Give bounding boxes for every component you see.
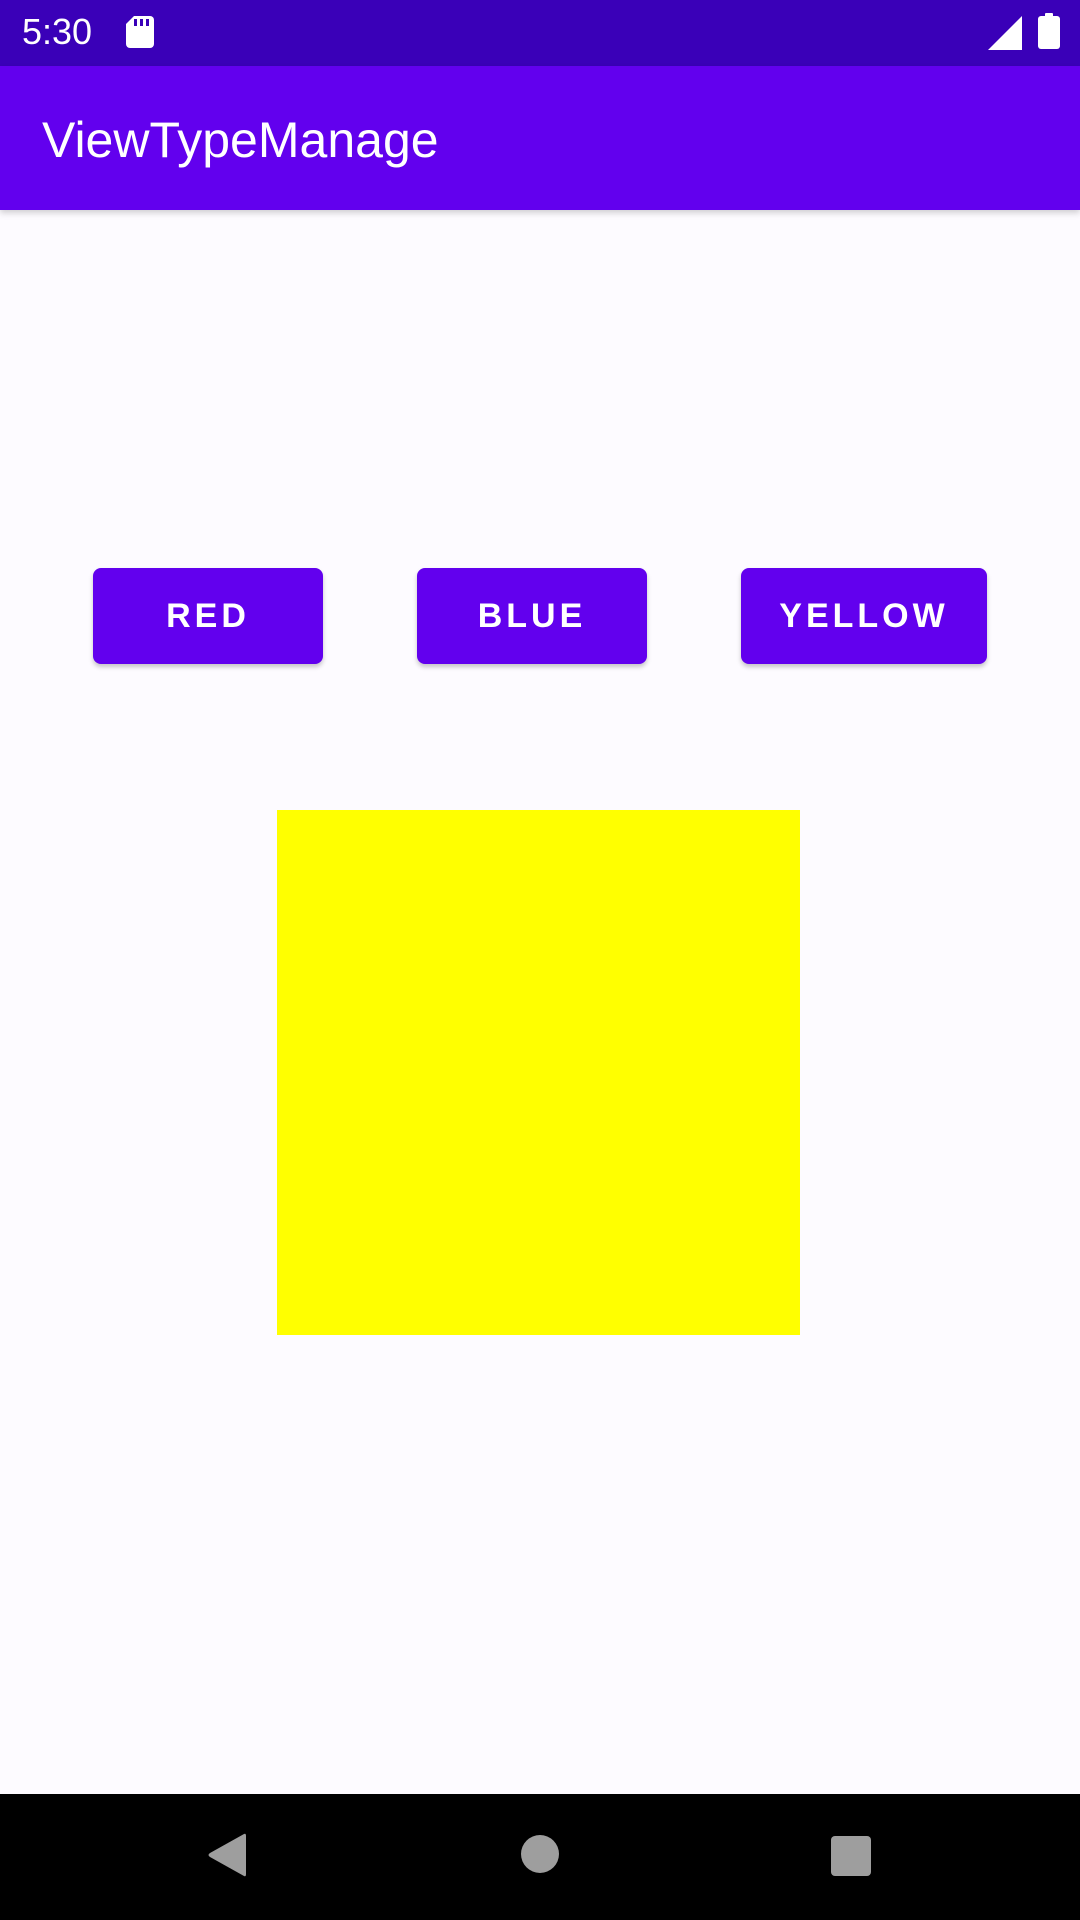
color-box: [277, 810, 800, 1335]
home-icon[interactable]: [520, 1834, 560, 1874]
screen: 5:30 ViewTypeManage RED BLUE YELLOW: [0, 0, 1080, 1920]
navigation-bar: [0, 1794, 1080, 1920]
back-icon[interactable]: [206, 1832, 246, 1878]
status-bar: 5:30: [0, 0, 1080, 66]
signal-icon: [988, 16, 1022, 50]
sd-card-icon: [126, 16, 154, 48]
status-time: 5:30: [22, 11, 93, 52]
red-button[interactable]: RED: [93, 568, 323, 664]
app-bar: ViewTypeManage: [0, 66, 1080, 210]
battery-icon: [1038, 13, 1060, 49]
blue-button[interactable]: BLUE: [417, 568, 647, 664]
app-title: ViewTypeManage: [42, 112, 439, 168]
recents-icon[interactable]: [831, 1836, 871, 1876]
yellow-button[interactable]: YELLOW: [741, 568, 987, 664]
